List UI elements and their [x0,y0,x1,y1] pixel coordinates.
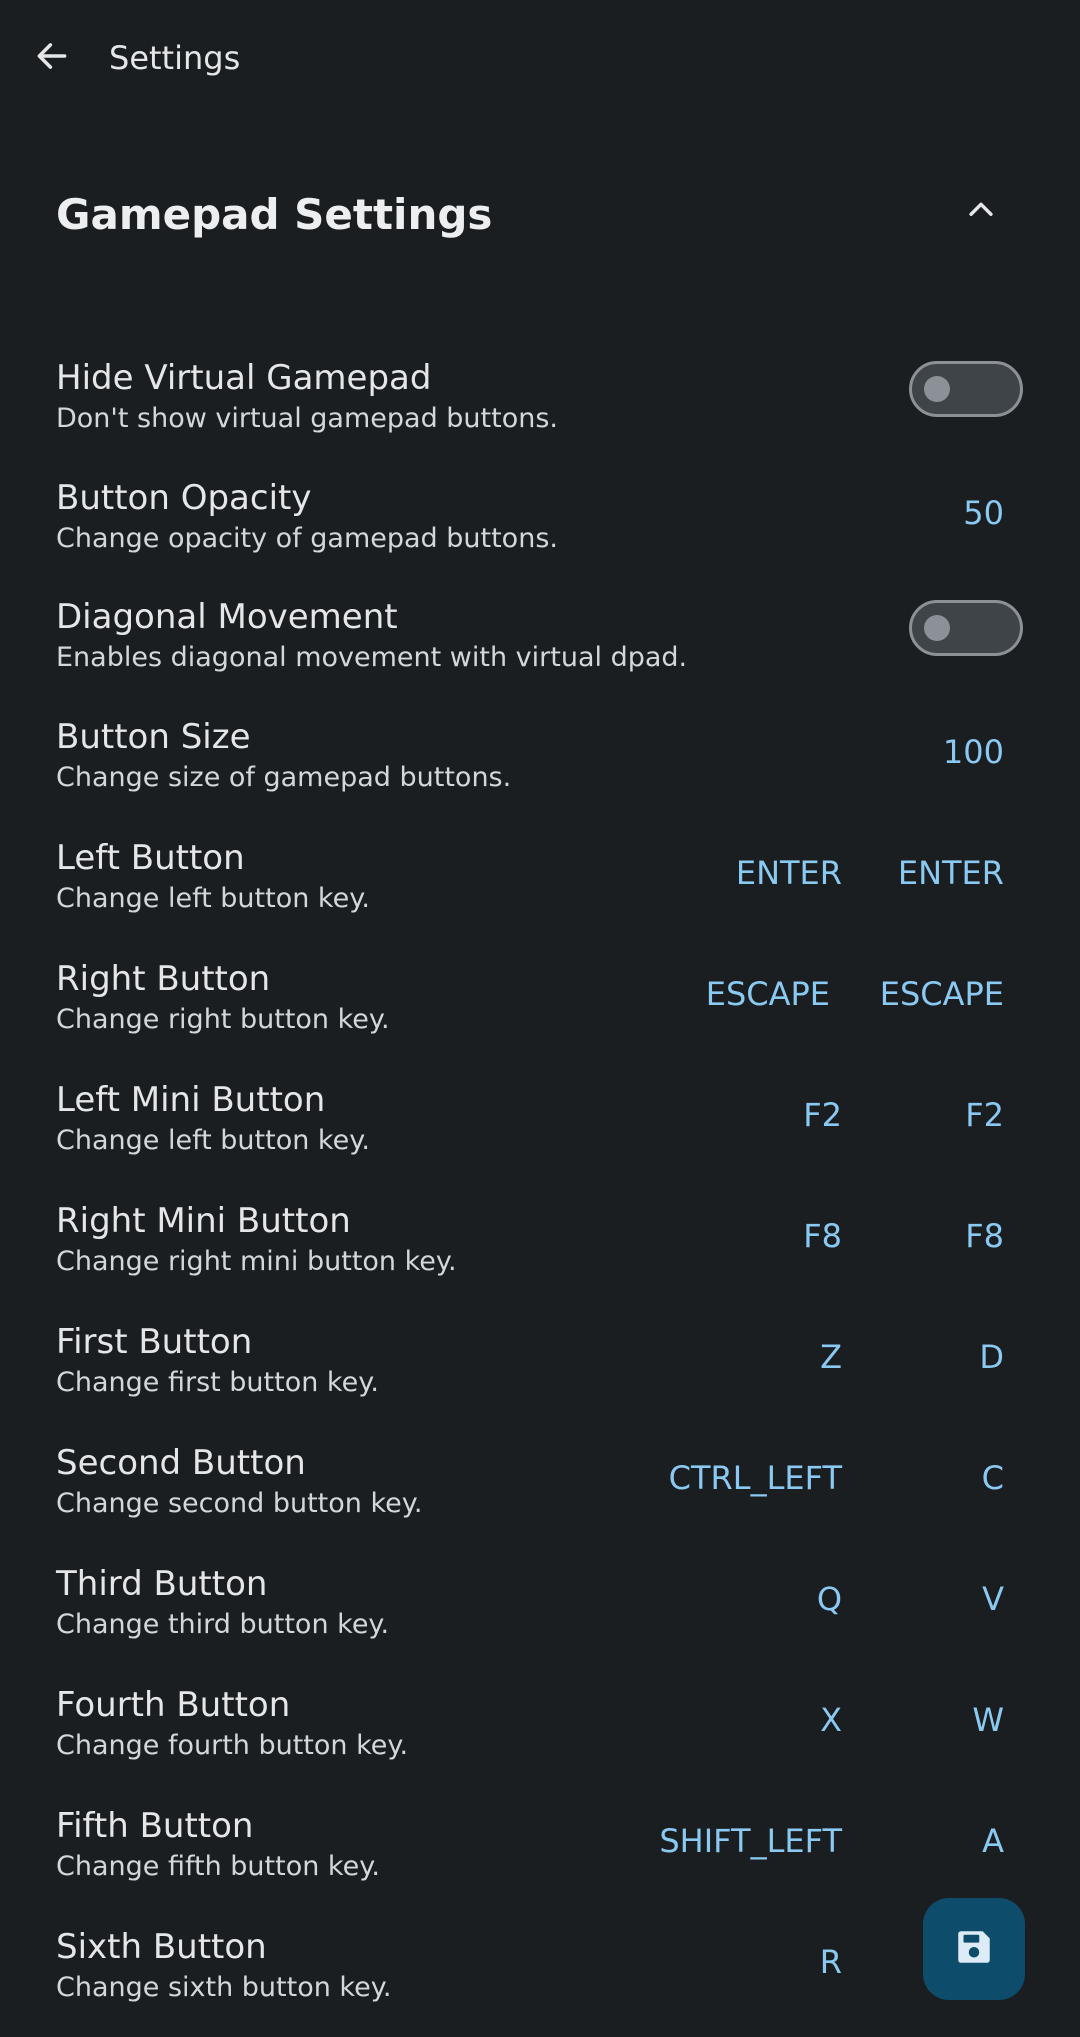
section-title: Gamepad Settings [56,190,493,239]
setting-subtitle: Change right mini button key. [56,1246,457,1277]
setting-right-button[interactable]: Right Button Change right button key. ES… [0,956,1080,1072]
collapse-button[interactable] [956,187,1006,237]
primary-key-value[interactable]: X [820,1698,842,1742]
setting-subtitle: Change fifth button key. [56,1851,380,1882]
setting-subtitle: Change second button key. [56,1488,423,1519]
setting-title: Third Button [56,1564,268,1604]
settings-screen: Settings Gamepad Settings Hide Virtual G… [0,0,1080,2037]
primary-key-value[interactable]: R [820,1940,842,1984]
setting-subtitle: Change size of gamepad buttons. [56,762,512,793]
secondary-key-value[interactable]: W [972,1698,1004,1742]
setting-subtitle: Change fourth button key. [56,1730,409,1761]
top-app-bar: Settings [0,0,1080,118]
setting-subtitle: Change left button key. [56,883,370,914]
setting-title: Hide Virtual Gamepad [56,358,432,398]
setting-hide-virtual-gamepad[interactable]: Hide Virtual Gamepad Don't show virtual … [0,355,1080,471]
button-size-value[interactable]: 100 [943,730,1004,774]
setting-subtitle: Change left button key. [56,1125,370,1156]
toggle-knob [924,615,950,641]
secondary-key-value[interactable]: F2 [965,1093,1004,1137]
setting-subtitle: Change right button key. [56,1004,390,1035]
setting-button-size[interactable]: Button Size Change size of gamepad butto… [0,714,1080,830]
setting-right-mini-button[interactable]: Right Mini Button Change right mini butt… [0,1198,1080,1314]
setting-subtitle: Change opacity of gamepad buttons. [56,523,558,554]
setting-second-button[interactable]: Second Button Change second button key. … [0,1440,1080,1556]
setting-button-opacity[interactable]: Button Opacity Change opacity of gamepad… [0,475,1080,591]
primary-key-value[interactable]: Q [817,1577,842,1621]
setting-subtitle: Don't show virtual gamepad buttons. [56,403,558,434]
secondary-key-value[interactable]: ESCAPE [880,972,1004,1016]
setting-subtitle: Change sixth button key. [56,1972,392,2003]
setting-first-button[interactable]: First Button Change first button key. Z … [0,1319,1080,1435]
setting-left-mini-button[interactable]: Left Mini Button Change left button key.… [0,1077,1080,1193]
setting-left-button[interactable]: Left Button Change left button key. ENTE… [0,835,1080,951]
setting-title: Left Mini Button [56,1080,326,1120]
setting-title: Second Button [56,1443,306,1483]
diagonal-movement-toggle[interactable] [909,600,1023,656]
primary-key-value[interactable]: SHIFT_LEFT [659,1819,842,1863]
secondary-key-value[interactable]: A [982,1819,1004,1863]
gamepad-settings-header[interactable]: Gamepad Settings [0,175,1080,265]
secondary-key-value[interactable]: V [982,1577,1004,1621]
secondary-key-value[interactable]: C [982,1456,1004,1500]
primary-key-value[interactable]: ENTER [736,851,842,895]
setting-fifth-button[interactable]: Fifth Button Change fifth button key. SH… [0,1803,1080,1919]
primary-key-value[interactable]: F8 [803,1214,842,1258]
setting-title: Sixth Button [56,1927,267,1967]
primary-key-value[interactable]: F2 [803,1093,842,1137]
secondary-key-value[interactable]: F8 [965,1214,1004,1258]
setting-fourth-button[interactable]: Fourth Button Change fourth button key. … [0,1682,1080,1798]
setting-subtitle: Change first button key. [56,1367,379,1398]
secondary-key-value[interactable]: D [979,1335,1004,1379]
setting-title: Fifth Button [56,1806,254,1846]
setting-third-button[interactable]: Third Button Change third button key. Q … [0,1561,1080,1677]
setting-subtitle: Enables diagonal movement with virtual d… [56,642,688,673]
chevron-up-icon [964,193,998,231]
toggle-knob [924,376,950,402]
setting-title: Right Button [56,959,271,999]
setting-title: Fourth Button [56,1685,291,1725]
hide-virtual-gamepad-toggle[interactable] [909,361,1023,417]
page-title: Settings [109,39,241,77]
setting-sixth-button[interactable]: Sixth Button Change sixth button key. R [0,1924,1080,2037]
setting-title: Diagonal Movement [56,597,398,637]
setting-title: Button Size [56,717,251,757]
arrow-left-icon [33,37,71,79]
primary-key-value[interactable]: Z [820,1335,842,1379]
save-icon [953,1926,995,1972]
setting-title: Button Opacity [56,478,312,518]
button-opacity-value[interactable]: 50 [963,491,1004,535]
primary-key-value[interactable]: CTRL_LEFT [669,1456,842,1500]
setting-title: Right Mini Button [56,1201,351,1241]
setting-subtitle: Change third button key. [56,1609,390,1640]
setting-diagonal-movement[interactable]: Diagonal Movement Enables diagonal movem… [0,594,1080,710]
setting-title: Left Button [56,838,245,878]
primary-key-value[interactable]: ESCAPE [706,972,830,1016]
secondary-key-value[interactable]: ENTER [898,851,1004,895]
setting-title: First Button [56,1322,253,1362]
back-button[interactable] [22,28,82,88]
save-button[interactable] [923,1898,1025,2000]
